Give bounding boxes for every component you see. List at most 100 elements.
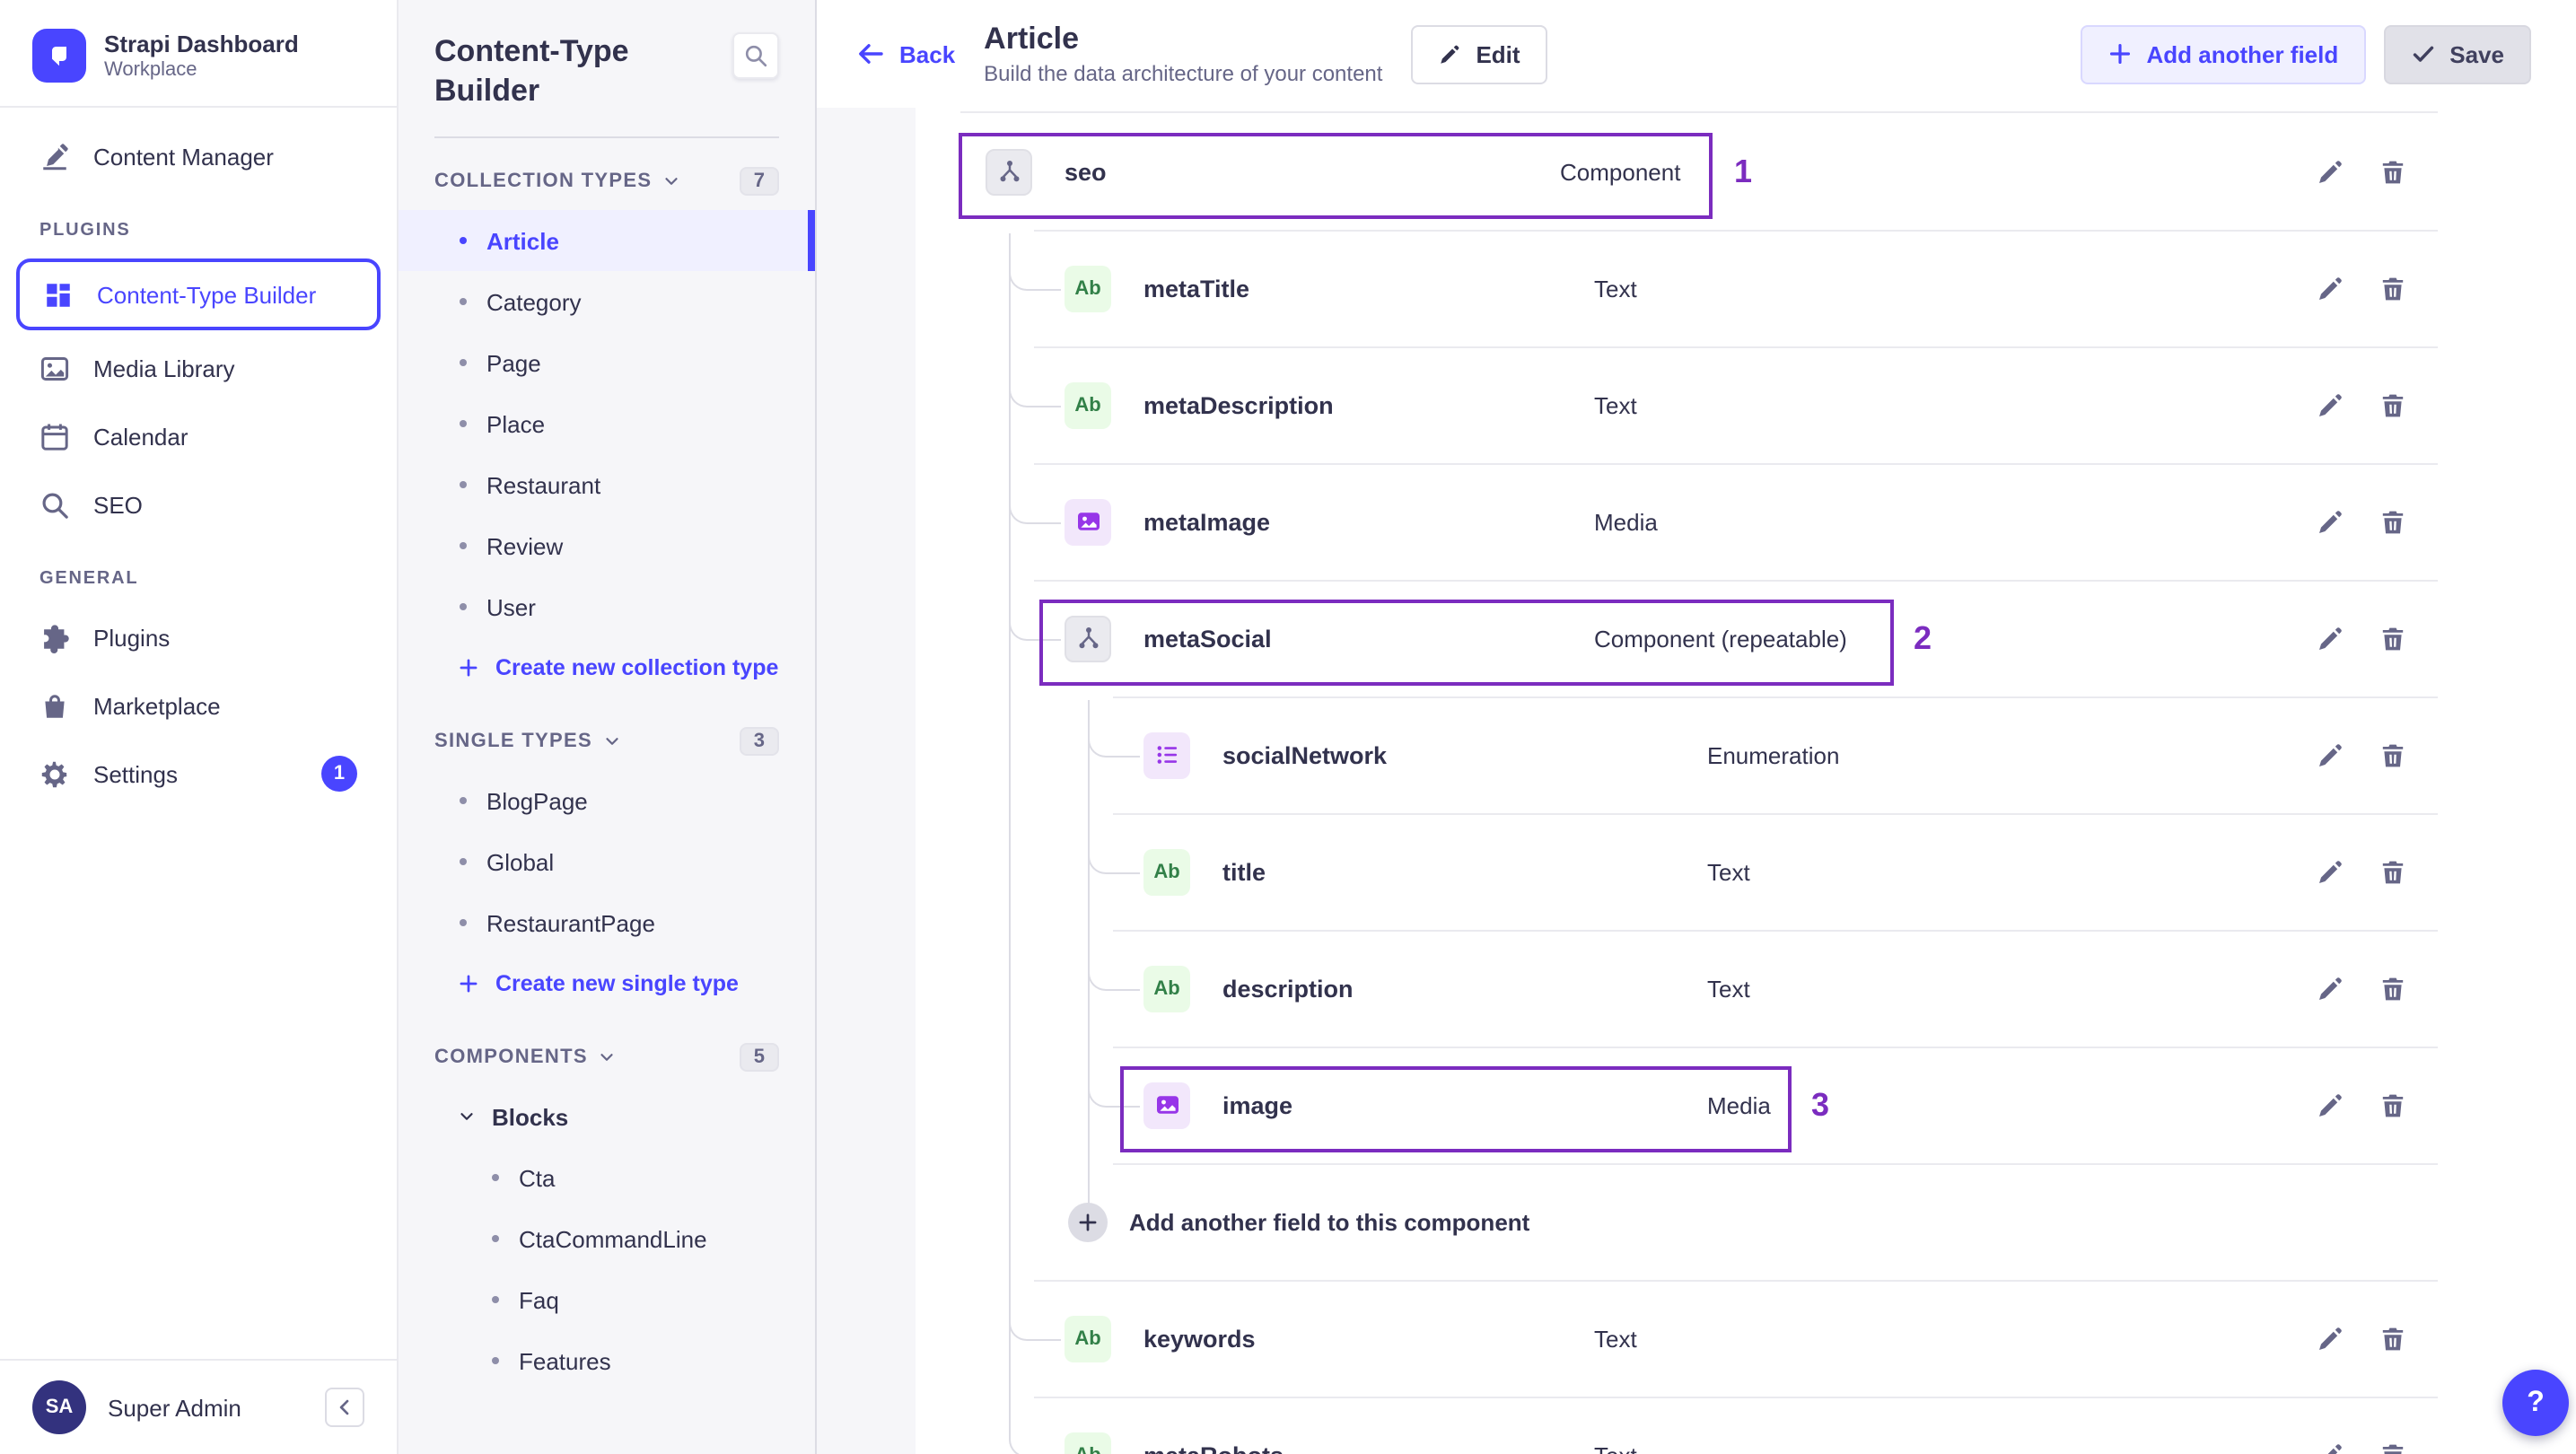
media-library-icon	[39, 353, 70, 383]
edit-button[interactable]: Edit	[1411, 24, 1547, 83]
delete-field-icon[interactable]	[2379, 974, 2407, 1003]
delete-field-icon[interactable]	[2379, 274, 2407, 302]
component-features[interactable]: Features	[399, 1330, 815, 1391]
divider	[1113, 1163, 2438, 1165]
field-type: Component	[1560, 158, 1681, 185]
collection-type-restaurant[interactable]: Restaurant	[399, 454, 815, 515]
sidebar-item-content-type-builder[interactable]: Content-Type Builder	[16, 258, 381, 330]
single-type-restaurantpage[interactable]: RestaurantPage	[399, 892, 815, 953]
collection-type-review[interactable]: Review	[399, 515, 815, 576]
field-row-metaimage[interactable]: metaImage Media	[960, 463, 2438, 580]
edit-field-icon[interactable]	[2316, 507, 2344, 536]
back-link[interactable]: Back	[856, 39, 955, 68]
delete-field-icon[interactable]	[2379, 390, 2407, 419]
collection-type-article[interactable]: Article	[399, 210, 815, 272]
search-icon	[39, 489, 70, 520]
field-type: Text	[1594, 1441, 1637, 1454]
collection-type-category[interactable]: Category	[399, 271, 815, 332]
help-button[interactable]: ?	[2502, 1370, 2569, 1436]
edit-field-icon[interactable]	[2316, 740, 2344, 769]
collection-type-place[interactable]: Place	[399, 393, 815, 454]
divider	[1113, 813, 2438, 815]
delete-field-icon[interactable]	[2379, 624, 2407, 653]
bullet-icon	[492, 1235, 499, 1243]
field-row-metadescription[interactable]: Ab metaDescription Text	[960, 346, 2438, 463]
field-type: Media	[1594, 508, 1658, 535]
field-row-image[interactable]: 3 image Media	[960, 1047, 2438, 1163]
delete-field-icon[interactable]	[2379, 1090, 2407, 1119]
single-type-global[interactable]: Global	[399, 831, 815, 892]
collection-type-user[interactable]: User	[399, 576, 815, 637]
collapse-sidebar-button[interactable]	[325, 1388, 364, 1427]
delete-field-icon[interactable]	[2379, 1324, 2407, 1353]
create-collection-type-link[interactable]: Create new collection type	[399, 637, 815, 698]
sidebar-item-plugins[interactable]: Plugins	[16, 603, 381, 671]
divider	[1034, 346, 2438, 348]
edit-field-icon[interactable]	[2316, 974, 2344, 1003]
field-row-metasocial[interactable]: 2 metaSocial Component (repeatable)	[960, 580, 2438, 696]
media-field-icon	[1143, 1082, 1190, 1128]
component-faq[interactable]: Faq	[399, 1269, 815, 1330]
edit-field-icon[interactable]	[2316, 1441, 2344, 1454]
field-row-title[interactable]: Ab title Text	[960, 813, 2438, 930]
delete-field-icon[interactable]	[2379, 157, 2407, 186]
component-category-blocks[interactable]: Blocks	[399, 1086, 815, 1147]
sidebar-item-seo[interactable]: SEO	[16, 470, 381, 539]
brand[interactable]: Strapi Dashboard Workplace	[0, 0, 397, 106]
link-label: Create new single type	[495, 971, 739, 997]
edit-field-icon[interactable]	[2316, 274, 2344, 302]
edit-field-icon[interactable]	[2316, 857, 2344, 886]
field-row-keywords[interactable]: Ab keywords Text	[960, 1280, 2438, 1397]
bullet-icon	[492, 1174, 499, 1182]
component-ctacommandline[interactable]: CtaCommandLine	[399, 1208, 815, 1269]
field-row-metatitle[interactable]: Ab metaTitle Text	[960, 230, 2438, 346]
edit-field-icon[interactable]	[2316, 1090, 2344, 1119]
delete-field-icon[interactable]	[2379, 1441, 2407, 1454]
components-header[interactable]: COMPONENTS 5	[399, 1014, 815, 1086]
edit-field-icon[interactable]	[2316, 624, 2344, 653]
divider	[1113, 930, 2438, 932]
panel-title: Content-Type Builder	[434, 34, 629, 109]
add-another-field-button[interactable]: Add another field	[2080, 24, 2366, 83]
field-row-seo[interactable]: 1 seo Component	[959, 113, 2438, 230]
field-name: title	[1222, 858, 1266, 885]
item-label: Features	[519, 1347, 611, 1375]
edit-field-icon[interactable]	[2316, 390, 2344, 419]
plus-icon[interactable]	[1068, 1202, 1108, 1241]
search-button[interactable]	[732, 32, 779, 79]
search-icon	[743, 43, 768, 68]
delete-field-icon[interactable]	[2379, 857, 2407, 886]
count-badge: 3	[739, 727, 779, 757]
save-button[interactable]: Save	[2383, 24, 2531, 83]
edit-field-icon[interactable]	[2316, 157, 2344, 186]
chevron-down-icon	[599, 1048, 617, 1066]
add-field-to-component-row[interactable]: Add another field to this component	[960, 1163, 2438, 1280]
sidebar-item-calendar[interactable]: Calendar	[16, 402, 381, 470]
field-row-description[interactable]: Ab description Text	[960, 930, 2438, 1047]
delete-field-icon[interactable]	[2379, 507, 2407, 536]
create-single-type-link[interactable]: Create new single type	[399, 953, 815, 1014]
avatar[interactable]: SA	[32, 1380, 86, 1434]
add-field-to-component-label: Add another field to this component	[1129, 1208, 1530, 1235]
user-name: Super Admin	[108, 1394, 241, 1421]
sidebar-item-marketplace[interactable]: Marketplace	[16, 671, 381, 740]
page-subtitle: Build the data architecture of your cont…	[984, 61, 1383, 86]
edit-field-icon[interactable]	[2316, 1324, 2344, 1353]
single-type-blogpage[interactable]: BlogPage	[399, 770, 815, 831]
collection-types-header[interactable]: COLLECTION TYPES 7	[399, 138, 815, 210]
page-title: Article	[984, 22, 1079, 56]
single-types-header[interactable]: SINGLE TYPES 3	[399, 698, 815, 770]
item-label: CtaCommandLine	[519, 1225, 707, 1253]
delete-field-icon[interactable]	[2379, 740, 2407, 769]
divider	[1034, 580, 2438, 582]
sidebar-item-content-manager[interactable]: Content Manager	[16, 122, 381, 190]
field-row-metarobots[interactable]: Ab metaRobots Text	[960, 1397, 2438, 1454]
component-cta[interactable]: Cta	[399, 1147, 815, 1208]
collection-type-page[interactable]: Page	[399, 332, 815, 393]
field-row-socialnetwork[interactable]: socialNetwork Enumeration	[960, 696, 2438, 813]
sidebar-item-label: Settings	[93, 760, 178, 787]
sidebar-item-settings[interactable]: Settings 1	[16, 740, 381, 808]
item-label: Page	[486, 349, 541, 377]
sidebar-item-media-library[interactable]: Media Library	[16, 334, 381, 402]
nav-section-general: GENERAL	[39, 569, 139, 589]
